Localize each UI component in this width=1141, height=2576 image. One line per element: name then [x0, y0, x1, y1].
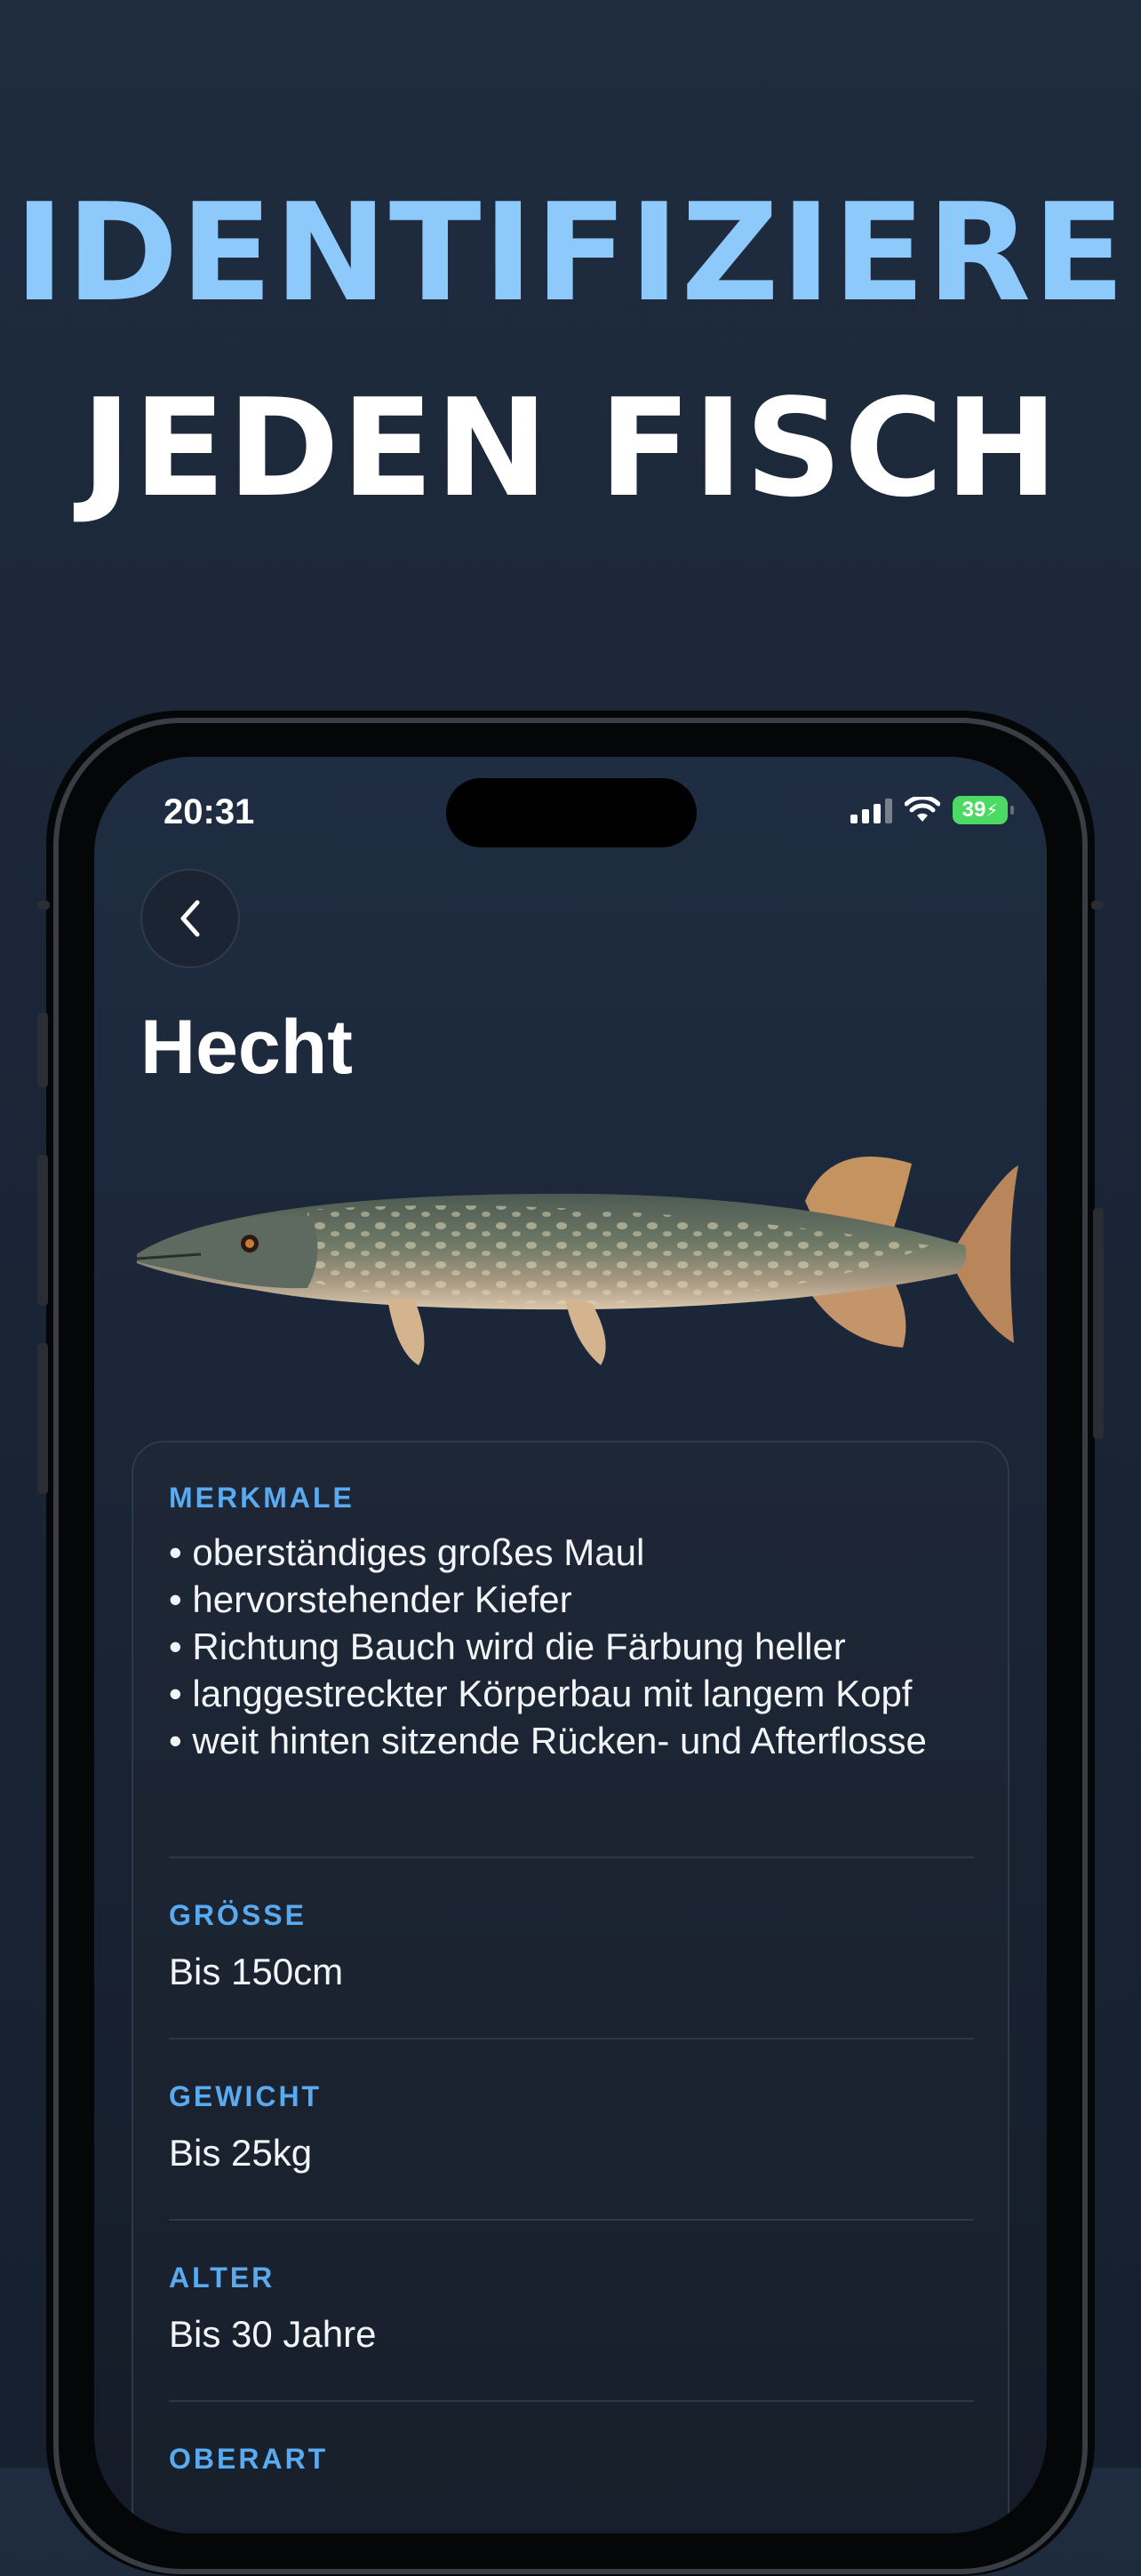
gewicht-value: Bis 25kg — [169, 2132, 313, 2174]
wifi-icon — [905, 797, 940, 822]
divider — [169, 2219, 974, 2221]
phone-screen: 20:31 39 ⚡ Hecht MERKMALE • oberständige… — [94, 757, 1047, 2533]
fish-name-title: Hecht — [140, 1005, 353, 1090]
mute-switch — [37, 1013, 48, 1087]
battery-level: 39 — [961, 798, 986, 822]
merkmale-label: MERKMALE — [169, 1482, 355, 1514]
headline-line-1: IDENTIFIZIERE — [14, 174, 1127, 331]
action-button — [37, 901, 50, 910]
merkmale-value: • oberständiges großes Maul • hervorsteh… — [169, 1531, 927, 1761]
chevron-left-icon — [180, 900, 200, 937]
section-alter: ALTER Bis 30 Jahre — [169, 2262, 974, 2357]
back-button[interactable] — [140, 869, 240, 968]
status-icons: 39 ⚡ — [850, 796, 1014, 824]
alter-label: ALTER — [169, 2262, 275, 2294]
battery-icon: 39 ⚡ — [953, 796, 1014, 824]
status-time: 20:31 — [164, 792, 255, 831]
divider — [169, 2038, 974, 2039]
power-button — [1093, 1208, 1104, 1439]
section-groesse: GRÖSSE Bis 150cm — [169, 1899, 974, 1995]
volume-down-button — [37, 1343, 48, 1494]
section-oberart: OBERART — [169, 2443, 974, 2476]
section-gewicht: GEWICHT Bis 25kg — [169, 2080, 974, 2176]
volume-up-button — [37, 1155, 48, 1306]
cellular-signal-icon — [850, 797, 892, 823]
oberart-label: OBERART — [169, 2443, 329, 2475]
dynamic-island — [446, 778, 697, 847]
groesse-label: GRÖSSE — [169, 1899, 307, 1931]
fish-image — [136, 1157, 1018, 1365]
divider — [169, 1856, 974, 1858]
headline-line-2: JEDEN FISCH — [81, 370, 1060, 527]
gewicht-label: GEWICHT — [169, 2080, 323, 2112]
details-card: MERKMALE • oberständiges großes Maul • h… — [132, 1441, 1009, 2533]
divider — [169, 2400, 974, 2402]
alter-value: Bis 30 Jahre — [169, 2313, 377, 2355]
section-merkmale: MERKMALE • oberständiges großes Maul • h… — [169, 1482, 974, 1764]
groesse-value: Bis 150cm — [169, 1951, 344, 1992]
